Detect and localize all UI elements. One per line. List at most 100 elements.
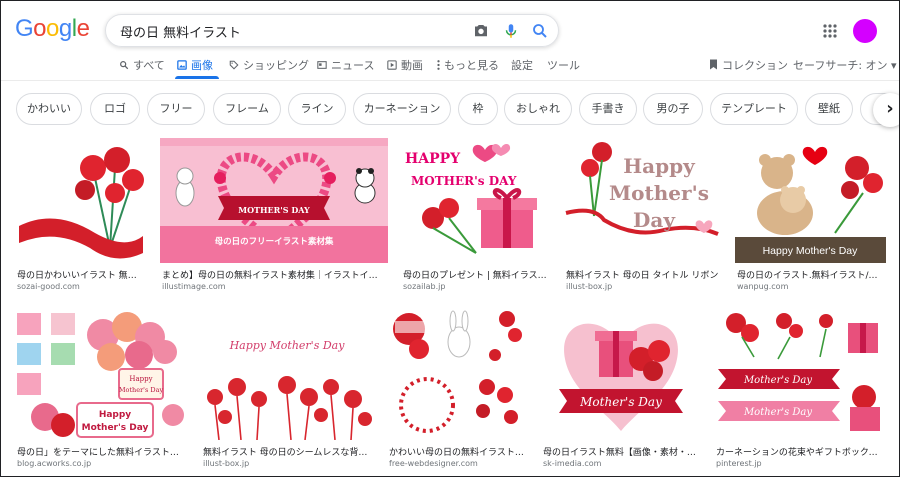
google-logo[interactable]: Google bbox=[15, 15, 90, 43]
chevron-right-icon[interactable]: › bbox=[873, 93, 899, 127]
result-thumbnail[interactable]: Happy Mother's Day Happy Mother's Day bbox=[15, 307, 188, 440]
collections-link[interactable]: コレクション bbox=[709, 57, 788, 73]
thumbnail-text: Mother's Day bbox=[579, 395, 662, 409]
result-caption[interactable]: 母の日かわいいイラスト 無料… bbox=[17, 268, 145, 281]
result-source: wanpug.com bbox=[737, 282, 789, 291]
logo-letter: o bbox=[46, 15, 59, 42]
result-caption[interactable]: まとめ】母の日の無料イラスト素材集｜イラストイメ… bbox=[162, 268, 386, 281]
tab-label: もっと見る bbox=[444, 59, 499, 72]
header-divider bbox=[1, 80, 899, 81]
tab-label: ショッピング bbox=[243, 59, 309, 72]
chip-handwritten[interactable]: 手書き bbox=[579, 93, 637, 125]
chip-logo[interactable]: ロゴ bbox=[90, 93, 140, 125]
image-result[interactable]: Happy Mother's Day 無料イラスト 母の日 タイトル リボン i… bbox=[564, 138, 722, 296]
thumbnail-text: Happy Mother's Day bbox=[229, 339, 346, 352]
thumbnail-text: MOTHER'S DAY bbox=[238, 205, 310, 215]
result-thumbnail[interactable]: Mother's Day bbox=[541, 307, 701, 440]
result-caption[interactable]: 無料イラスト 母の日 タイトル リボン bbox=[566, 268, 720, 281]
logo-letter: e bbox=[76, 15, 90, 42]
result-source: illust-box.jp bbox=[566, 282, 613, 291]
thumbnail-text: HAPPY bbox=[405, 151, 461, 167]
tab-settings[interactable]: 設定 bbox=[511, 57, 533, 73]
bookmark-icon bbox=[709, 59, 718, 73]
search-icon[interactable] bbox=[531, 22, 549, 40]
result-source: sozai-good.com bbox=[17, 282, 80, 291]
result-thumbnail[interactable]: Happy Mother's Day bbox=[564, 138, 722, 263]
tab-videos[interactable]: 動画 bbox=[387, 57, 423, 73]
tab-shopping[interactable]: ショッピング bbox=[229, 57, 309, 73]
thumbnail-text: Happy Mother's Day bbox=[763, 245, 859, 257]
thumbnail-text: Mother's Day bbox=[119, 386, 164, 394]
thumbnail-text: Happy bbox=[129, 375, 152, 383]
chip-line[interactable]: ライン bbox=[288, 93, 346, 125]
tab-images[interactable]: 画像 bbox=[177, 57, 213, 73]
chip-frame[interactable]: フレーム bbox=[213, 93, 281, 125]
result-caption[interactable]: 母の日イラスト無料【画像・素材・… bbox=[543, 445, 699, 458]
result-source: illustimage.com bbox=[162, 282, 226, 291]
chip-wallpaper[interactable]: 壁紙 bbox=[805, 93, 853, 125]
news-icon bbox=[317, 60, 327, 73]
thumbnail-text: Happy bbox=[99, 410, 131, 420]
result-caption[interactable]: 母の日のイラスト.無料イラスト/フ… bbox=[737, 268, 884, 281]
tab-news[interactable]: ニュース bbox=[317, 57, 374, 73]
image-result[interactable]: 母の日かわいいイラスト 無料… sozai-good.com bbox=[15, 138, 147, 296]
logo-letter: o bbox=[33, 15, 47, 42]
result-caption[interactable]: かわいい母の日の無料イラスト… bbox=[389, 445, 526, 458]
result-source: blog.acworks.co.jp bbox=[17, 459, 92, 468]
chip-waku[interactable]: 枠 bbox=[458, 93, 498, 125]
search-icon bbox=[119, 60, 129, 73]
chip-carnation[interactable]: カーネーション bbox=[353, 93, 451, 125]
camera-icon[interactable] bbox=[472, 22, 490, 40]
image-result[interactable]: かわいい母の日の無料イラスト… free-webdesigner.com bbox=[387, 307, 528, 469]
result-source: illust-box.jp bbox=[203, 459, 250, 468]
avatar[interactable] bbox=[853, 19, 877, 43]
thumbnail-text: Mother's bbox=[609, 181, 709, 205]
thumbnail-text: Happy bbox=[623, 154, 696, 178]
image-result[interactable]: Mother's Day Mother's Day カーネーションの花束やギフト… bbox=[714, 307, 886, 469]
chip-template[interactable]: テンプレート bbox=[710, 93, 798, 125]
chip-oshare[interactable]: おしゃれ bbox=[504, 93, 572, 125]
logo-letter: g bbox=[58, 15, 72, 42]
result-caption[interactable]: 母の日」をテーマにした無料イラスト素… bbox=[17, 445, 186, 458]
image-icon bbox=[177, 60, 187, 73]
tab-more[interactable]: もっと見る bbox=[437, 57, 499, 73]
tab-all[interactable]: すべて bbox=[119, 57, 165, 73]
collections-label: コレクション bbox=[722, 59, 788, 72]
image-result[interactable]: Happy Mother's Day 無料イラスト 母の日のシームレスな背景… … bbox=[201, 307, 374, 469]
thumbnail-text: MOTHER's DAY bbox=[411, 174, 517, 188]
thumbnail-text: Day bbox=[633, 208, 676, 232]
search-input[interactable]: 母の日 無料イラスト bbox=[120, 22, 241, 41]
apps-grid-icon[interactable] bbox=[823, 24, 837, 38]
chip-kawaii[interactable]: かわいい bbox=[16, 93, 82, 125]
result-source: pinterest.jp bbox=[716, 459, 762, 468]
image-result[interactable]: Mother's Day 母の日イラスト無料【画像・素材・… sk-imedia… bbox=[541, 307, 701, 469]
chip-free[interactable]: フリー bbox=[147, 93, 205, 125]
result-thumbnail[interactable]: Happy Mother's Day bbox=[201, 307, 374, 440]
tab-label: ニュース bbox=[331, 59, 375, 72]
mic-icon[interactable] bbox=[502, 22, 520, 40]
result-source: sk-imedia.com bbox=[543, 459, 602, 468]
result-thumbnail[interactable] bbox=[387, 307, 528, 440]
search-box[interactable]: 母の日 無料イラスト bbox=[105, 14, 559, 47]
tab-label: 画像 bbox=[191, 59, 213, 72]
tab-tools[interactable]: ツール bbox=[547, 57, 580, 73]
page: Google 母の日 無料イラスト すべて 画像 ショッピング ニュース 動画 … bbox=[0, 0, 900, 477]
result-source: sozailab.jp bbox=[403, 282, 446, 291]
result-caption[interactable]: 無料イラスト 母の日のシームレスな背景… bbox=[203, 445, 372, 458]
image-result[interactable]: Happy Mother's Day 母の日のイラスト.無料イラスト/フ… wa… bbox=[735, 138, 886, 296]
result-thumbnail[interactable]: HAPPY MOTHER's DAY bbox=[401, 138, 551, 263]
thumbnail-text: 母の日のフリーイラスト素材集 bbox=[215, 236, 334, 247]
result-caption[interactable]: カーネーションの花束やギフトボックス… bbox=[716, 445, 884, 458]
thumbnail-text: Mother's Day bbox=[743, 407, 812, 418]
chip-boy[interactable]: 男の子 bbox=[643, 93, 703, 125]
result-thumbnail[interactable] bbox=[15, 138, 147, 263]
result-thumbnail[interactable]: Happy Mother's Day bbox=[735, 138, 886, 263]
result-thumbnail[interactable]: Mother's Day Mother's Day bbox=[714, 307, 886, 440]
result-thumbnail[interactable]: MOTHER'S DAY 母の日のフリーイラスト素材集 bbox=[160, 138, 388, 263]
safe-search-toggle[interactable]: セーフサーチ: オン ▾ bbox=[793, 57, 897, 73]
more-dots-icon bbox=[437, 60, 440, 73]
result-caption[interactable]: 母の日のプレゼント | 無料イラス… bbox=[403, 268, 549, 281]
image-result[interactable]: MOTHER'S DAY 母の日のフリーイラスト素材集 まとめ】母の日の無料イラ… bbox=[160, 138, 388, 296]
image-result[interactable]: Happy Mother's Day Happy Mother's Day 母の… bbox=[15, 307, 188, 469]
image-result[interactable]: HAPPY MOTHER's DAY 母の日のプレゼント | 無料イラス… so… bbox=[401, 138, 551, 296]
